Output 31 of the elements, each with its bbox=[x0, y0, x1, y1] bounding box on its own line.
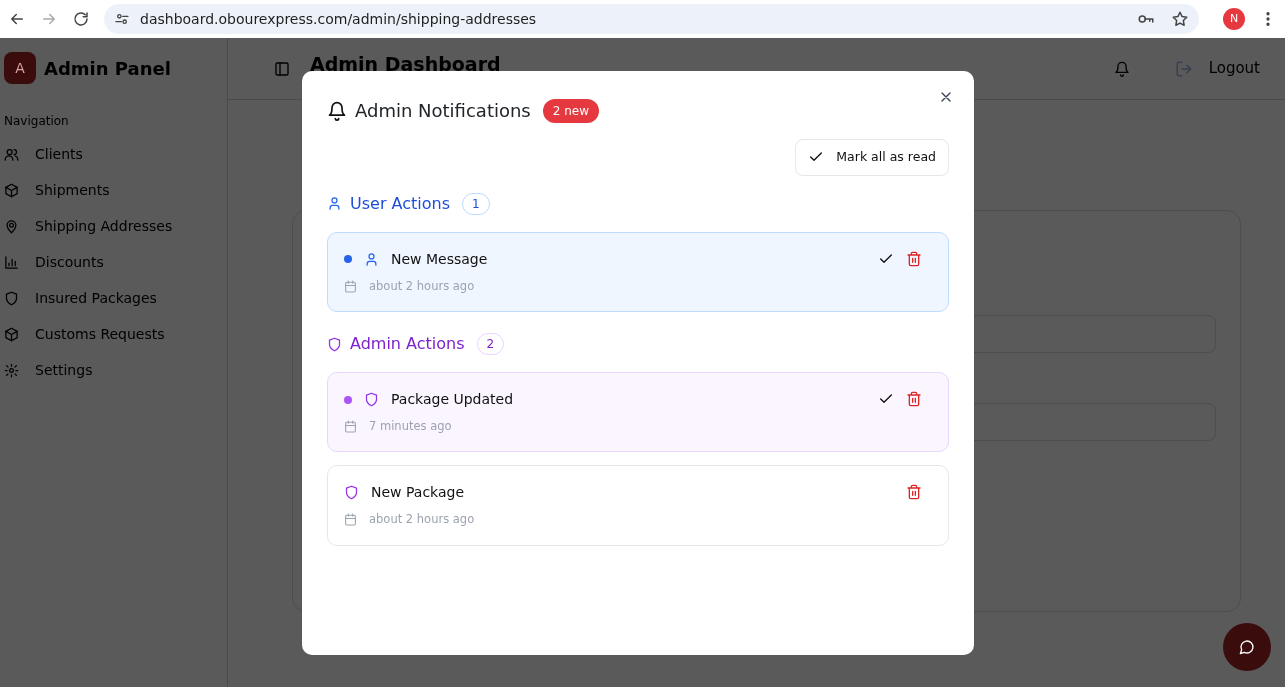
notification-card[interactable]: New Package about 2 hours ago bbox=[327, 465, 949, 546]
notification-time: 7 minutes ago bbox=[369, 418, 452, 435]
notification-title: New Message bbox=[391, 249, 488, 269]
count-badge: 1 bbox=[462, 192, 490, 215]
mark-all-read-button[interactable]: Mark all as read bbox=[795, 139, 949, 176]
nav-link[interactable]: Shipments bbox=[35, 172, 110, 208]
nav-link[interactable]: Insured Packages bbox=[35, 280, 157, 316]
new-count-badge: 2 new bbox=[542, 99, 599, 123]
notification-time: about 2 hours ago bbox=[369, 511, 475, 529]
group-title: Admin Actions bbox=[350, 333, 465, 355]
logo: A bbox=[4, 52, 36, 84]
dialog-title: Admin Notifications bbox=[355, 100, 531, 122]
logout-button[interactable]: Logout bbox=[1173, 56, 1261, 81]
nav-link[interactable]: Customs Requests bbox=[35, 316, 165, 352]
notification-time: about 2 hours ago bbox=[369, 277, 475, 295]
nav-link[interactable]: Shipping Addresses bbox=[35, 208, 173, 244]
notification-card[interactable]: Package Updated 7 minutes ago bbox=[327, 372, 949, 453]
count-badge: 2 bbox=[476, 333, 505, 355]
url-text: dashboard.obourexpress.com/admin/shipping-addresses bbox=[140, 9, 537, 29]
nav-link[interactable]: Clients bbox=[35, 136, 83, 172]
app-title: Admin Panel bbox=[44, 56, 171, 81]
nav-link[interactable]: Discounts bbox=[35, 244, 104, 280]
group-title: User Actions bbox=[350, 192, 450, 215]
address-bar[interactable]: dashboard.obourexpress.com/admin/shipping-addresses bbox=[104, 4, 1199, 34]
profile-avatar[interactable]: N bbox=[1223, 8, 1245, 30]
notification-title: Package Updated bbox=[391, 390, 514, 409]
notification-title: New Package bbox=[371, 483, 465, 503]
notification-card[interactable]: New Message about 2 hours ago bbox=[327, 231, 949, 312]
page-title: Admin Dashboard bbox=[310, 53, 501, 76]
nav-link[interactable]: Settings bbox=[35, 352, 93, 388]
section-label: Navigation bbox=[4, 113, 70, 130]
